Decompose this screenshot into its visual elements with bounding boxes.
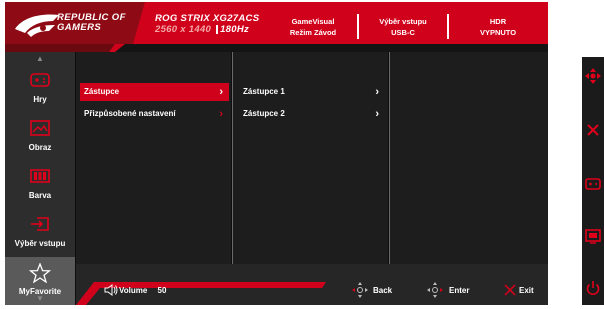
header-divider [447,14,449,39]
menu-item-zastupce-2[interactable]: Zástupce 2 › [243,105,383,123]
exit-button[interactable]: Exit [519,286,534,295]
brand-name: REPUBLIC OF GAMERS [57,13,126,33]
dpad-icon [352,282,368,298]
sidebar-item-label: Obraz [28,143,52,152]
volume-indicator: Volume 50 [119,286,166,295]
chevron-right-icon: › [219,86,223,98]
color-bars-icon [30,169,50,183]
res-divider [216,24,219,34]
menu-column-1: Zástupce › Přizpůsobené nastavení › [76,52,231,264]
menu-item-label: Zástupce [84,87,120,96]
volume-value: 50 [157,286,167,295]
sidebar-item-obraz[interactable]: Obraz [5,113,75,161]
menu-item-label: Zástupce 2 [243,109,285,118]
brand-line2: GAMERS [57,22,102,33]
key-guide-strip [582,57,604,305]
enter-button[interactable]: Enter [449,286,469,295]
menu-column-3 [390,52,548,264]
chevron-right-icon: › [375,86,379,98]
sidebar-item-vyber-vstupu[interactable]: Výběr vstupu [5,209,75,257]
sidebar-item-label: Výběr vstupu [14,239,66,248]
status-value: USB-C [391,28,415,37]
status-hdr: HDR VYPNUTO [453,16,543,38]
refresh-rate: 180Hz [220,24,250,35]
status-title: HDR [489,17,507,26]
menu-item-zastupce-1[interactable]: Zástupce 1 › [243,83,383,101]
status-gamevisual: GameVisual Režim Závod [273,16,353,38]
status-value: VYPNUTO [479,28,517,37]
footer-bar: Volume 50 Back Enter Exit [76,264,548,305]
header-divider [357,14,359,39]
menu-item-label: Zástupce 1 [243,87,285,96]
menu-item-label: Přizpůsobené nastavení [84,109,176,118]
volume-label: Volume [119,286,148,295]
star-icon [29,263,51,283]
input-icon [31,217,49,231]
dpad-icon[interactable] [584,67,602,85]
status-title: GameVisual [291,17,335,26]
power-icon[interactable] [584,279,602,297]
gameplus-icon[interactable] [584,227,602,245]
gamepad-icon [30,73,50,87]
model-name: ROG STRIX XG27ACS [155,13,260,24]
resolution: 2560 x 1440 [155,24,212,35]
image-icon [30,120,50,136]
status-value: Režim Závod [289,28,337,37]
status-input: Výběr vstupu USB-C [362,16,444,38]
menu-item-prizpusobene-nastaveni[interactable]: Přizpůsobené nastavení › [80,105,229,123]
status-title: Výběr vstupu [379,17,427,26]
menu-column-2: Zástupce 1 › Zástupce 2 › [233,52,388,264]
sidebar-item-label: Barva [28,191,52,200]
chevron-right-icon: › [219,108,223,120]
close-icon [504,284,516,296]
chevron-right-icon: › [375,108,379,120]
back-button[interactable]: Back [373,286,392,295]
gamepad-icon[interactable] [584,175,602,193]
model-info: ROG STRIX XG27ACS 2560 x 1440 180Hz [155,13,259,35]
osd-window: REPUBLIC OF GAMERS ROG STRIX XG27ACS 256… [5,2,548,305]
header-bar: REPUBLIC OF GAMERS ROG STRIX XG27ACS 256… [5,2,548,52]
sidebar: ▲ Hry Obraz Barva Výběr vstupu MyFavorit… [5,52,75,305]
footer-red-accent [76,282,326,305]
sidebar-item-barva[interactable]: Barva [5,161,75,209]
sidebar-item-hry[interactable]: Hry [5,65,75,113]
speaker-icon [104,284,118,296]
dpad-icon [427,282,443,298]
scroll-down-icon[interactable]: ▼ [5,294,75,303]
scroll-up-icon[interactable]: ▲ [5,54,75,63]
sidebar-item-label: Hry [33,95,47,104]
close-icon[interactable] [584,121,602,139]
menu-item-zastupce[interactable]: Zástupce › [80,83,229,101]
